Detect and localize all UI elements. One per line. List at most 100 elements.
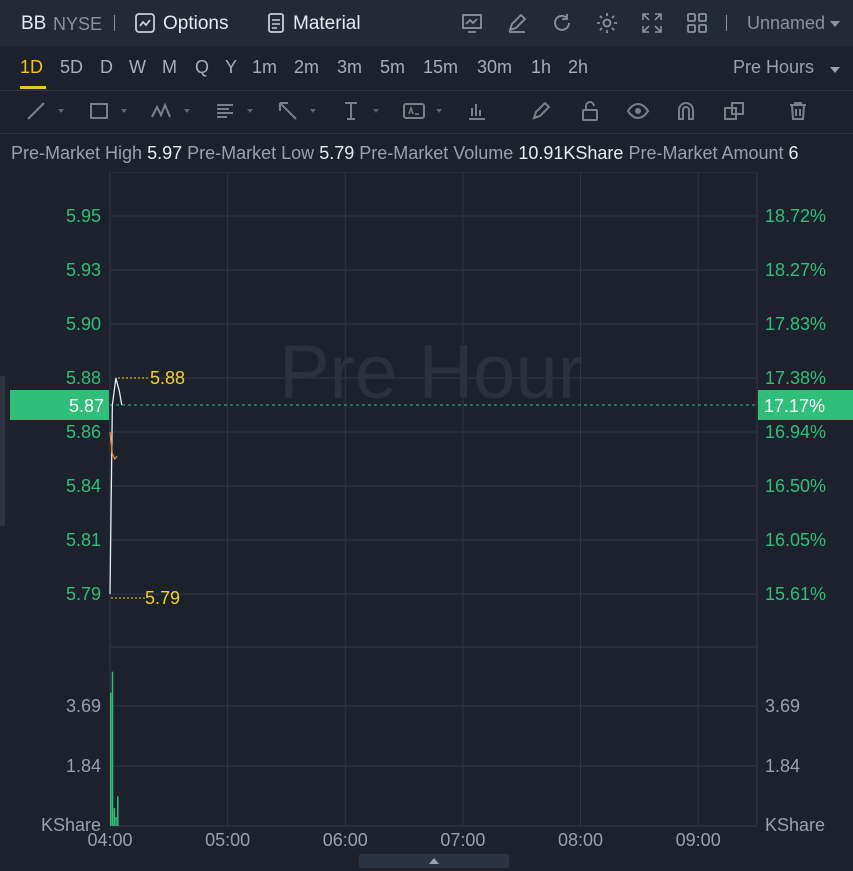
- price-tick-label: 5.81: [66, 530, 101, 550]
- time-tick-label: 05:00: [205, 830, 250, 850]
- text-tool-caret-icon[interactable]: [373, 109, 379, 113]
- lock-icon[interactable]: [578, 99, 602, 123]
- line-tool-icon[interactable]: [24, 99, 48, 123]
- interval-y[interactable]: Y: [225, 57, 237, 78]
- percent-tick-label: 16.05%: [765, 530, 826, 550]
- interval-3m[interactable]: 3m: [337, 57, 362, 78]
- volume-bar: [111, 671, 114, 826]
- interval-2h[interactable]: 2h: [568, 57, 588, 78]
- volume-bar: [115, 817, 117, 826]
- percent-tick-label: 17.38%: [765, 368, 826, 388]
- percent-tick-label: 17.83%: [765, 314, 826, 334]
- refresh-icon[interactable]: [550, 11, 574, 35]
- pattern-tool-caret-icon[interactable]: [184, 109, 190, 113]
- magnet-icon[interactable]: [674, 99, 698, 123]
- chevron-down-icon[interactable]: [830, 21, 840, 27]
- volume-tick-label: 3.69: [66, 696, 101, 716]
- interval-d[interactable]: D: [100, 57, 113, 78]
- interval-2m[interactable]: 2m: [294, 57, 319, 78]
- rectangle-tool-caret-icon[interactable]: [121, 109, 127, 113]
- line-tool-caret-icon[interactable]: [58, 109, 64, 113]
- fullscreen-icon[interactable]: [640, 11, 664, 35]
- volume-unit-right: KShare: [765, 815, 825, 835]
- active-interval-indicator: [20, 86, 46, 89]
- interval-5m[interactable]: 5m: [380, 57, 405, 78]
- arrow-tool-caret-icon[interactable]: [310, 109, 316, 113]
- interval-15m[interactable]: 15m: [423, 57, 458, 78]
- chart-settings-icon[interactable]: [460, 11, 484, 35]
- rectangle-tool-icon[interactable]: [87, 99, 111, 123]
- pre-market-high-value: 5.97: [147, 143, 183, 163]
- session-dropdown[interactable]: Pre Hours: [733, 57, 814, 78]
- interval-30m[interactable]: 30m: [477, 57, 512, 78]
- layout-name-dropdown[interactable]: Unnamed: [747, 13, 825, 34]
- document-icon[interactable]: [264, 11, 288, 35]
- volume-pane: 3.69 3.691.84 1.84KShare KShare: [41, 671, 825, 835]
- ticker-symbol[interactable]: BB: [21, 13, 46, 35]
- interval-5d[interactable]: 5D: [60, 57, 83, 78]
- pre-market-amount-label: Pre-Market Amount: [628, 143, 784, 163]
- pencil-icon[interactable]: [529, 99, 553, 123]
- gear-icon[interactable]: [595, 11, 619, 35]
- indicator-tool-icon[interactable]: [465, 99, 489, 123]
- interval-1h[interactable]: 1h: [531, 57, 551, 78]
- pre-market-amount-value: 6: [788, 143, 799, 163]
- eye-icon[interactable]: [626, 99, 650, 123]
- left-panel-handle[interactable]: [0, 376, 5, 526]
- expand-up-icon[interactable]: [429, 858, 439, 864]
- material-button[interactable]: Material: [293, 13, 361, 35]
- average-price-line: [109, 431, 118, 461]
- bottom-panel-handle[interactable]: [359, 854, 509, 868]
- text-list-tool-caret-icon[interactable]: [247, 109, 253, 113]
- percent-tick-label: 16.94%: [765, 422, 826, 442]
- text-list-tool-icon[interactable]: [213, 99, 237, 123]
- high-marker-label: 5.88: [150, 368, 185, 388]
- pre-market-low-label: Pre-Market Low: [187, 143, 315, 163]
- interval-m[interactable]: M: [162, 57, 177, 78]
- time-tick-label: 06:00: [323, 830, 368, 850]
- volume-tick-label-right: 1.84: [765, 756, 800, 776]
- exchange-label: NYSE: [53, 14, 103, 34]
- header-divider-right: [726, 15, 727, 31]
- interval-q[interactable]: Q: [195, 57, 209, 78]
- volume-bar: [110, 692, 112, 826]
- pattern-tool-icon[interactable]: [150, 99, 174, 123]
- price-chart[interactable]: Pre Hour 5.95 5.93 5.90 5.88 5.86 5.84 5.81 5.7…: [0, 172, 853, 854]
- volume-tick-label: 1.84: [66, 756, 101, 776]
- interval-1m[interactable]: 1m: [252, 57, 277, 78]
- grid-layout-icon[interactable]: [685, 11, 709, 35]
- price-tick-label: 5.84: [66, 476, 101, 496]
- session-chevron-icon[interactable]: [830, 67, 840, 73]
- price-tick-label: 5.93: [66, 260, 101, 280]
- pre-market-volume-label: Pre-Market Volume: [359, 143, 514, 163]
- low-marker-label: 5.79: [145, 588, 180, 608]
- edit-icon[interactable]: [505, 11, 529, 35]
- percent-tick-label: 15.61%: [765, 584, 826, 604]
- price-tick-label: 5.90: [66, 314, 101, 334]
- time-tick-label: 08:00: [558, 830, 603, 850]
- text-tool-icon[interactable]: [339, 99, 363, 123]
- volume-bar: [113, 808, 116, 826]
- label-tool-icon[interactable]: [402, 99, 426, 123]
- arrow-tool-icon[interactable]: [276, 99, 300, 123]
- time-tick-label: 09:00: [676, 830, 721, 850]
- price-tick-label: 5.79: [66, 584, 101, 604]
- pre-market-low-value: 5.79: [319, 143, 355, 163]
- options-chart-icon[interactable]: [133, 11, 157, 35]
- header-divider: [114, 15, 115, 31]
- price-tick-label: 5.95: [66, 206, 101, 226]
- interval-w[interactable]: W: [129, 57, 146, 78]
- options-button[interactable]: Options: [163, 13, 228, 35]
- layers-icon[interactable]: [722, 99, 746, 123]
- label-tool-caret-icon[interactable]: [436, 109, 442, 113]
- interval-1d[interactable]: 1D: [20, 57, 43, 78]
- time-tick-label: 07:00: [440, 830, 485, 850]
- volume-bar: [117, 796, 119, 826]
- percent-tick-label: 18.72%: [765, 206, 826, 226]
- percent-tick-label: 18.27%: [765, 260, 826, 280]
- chart-watermark: Pre Hour: [279, 330, 583, 415]
- volume-tick-label-right: 3.69: [765, 696, 800, 716]
- pre-market-volume-value: 10.91KShare: [518, 143, 624, 163]
- trash-icon[interactable]: [786, 99, 810, 123]
- price-tick-label: 5.86: [66, 422, 101, 442]
